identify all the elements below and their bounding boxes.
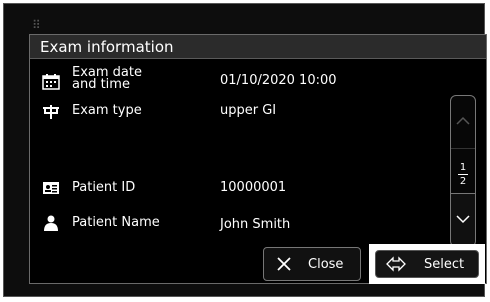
row-label: Exam type [72,103,142,118]
id-card-icon [42,180,60,196]
calendar-icon [42,74,60,90]
select-arrows-icon [386,256,406,276]
select-button[interactable]: Select [375,250,479,278]
close-button-label: Close [308,257,344,272]
chevron-down-icon [456,215,470,224]
page-scroller: 1 2 [450,95,476,247]
row-value: John Smith [220,217,291,232]
scroll-up-button[interactable] [451,96,475,149]
screen-frame: ⠿ Exam information Exam date and time 01… [3,3,487,297]
close-icon [276,256,292,276]
row-label: Exam date and time [72,66,142,92]
row-value: 10000001 [220,180,287,195]
row-label: Patient ID [72,180,136,195]
page-current: 1 [459,162,467,173]
exam-type-icon [42,104,60,120]
row-value: upper GI [220,103,277,118]
row-label-line2: and time [72,77,130,92]
scroll-down-button[interactable] [451,193,475,246]
row-exam-type: Exam type upper GI [42,103,442,121]
row-label: Patient Name [72,215,160,230]
row-exam-date: Exam date and time 01/10/2020 10:00 [42,66,442,97]
row-patient-name: Patient Name John Smith [42,215,442,233]
person-icon [42,215,60,231]
select-button-highlight: Select [369,244,485,284]
page-indicator: 1 2 [451,162,475,187]
dialog-title: Exam information [30,35,486,59]
row-patient-id: Patient ID 10000001 [42,180,442,198]
page-total: 2 [459,176,467,187]
exam-information-dialog: Exam information Exam date and time 01/1… [29,34,487,284]
chevron-up-icon [456,116,470,125]
row-value: 01/10/2020 10:00 [220,73,337,88]
select-button-label: Select [424,257,465,272]
close-button[interactable]: Close [263,247,361,281]
background-icon-hint: ⠿ [32,18,41,32]
